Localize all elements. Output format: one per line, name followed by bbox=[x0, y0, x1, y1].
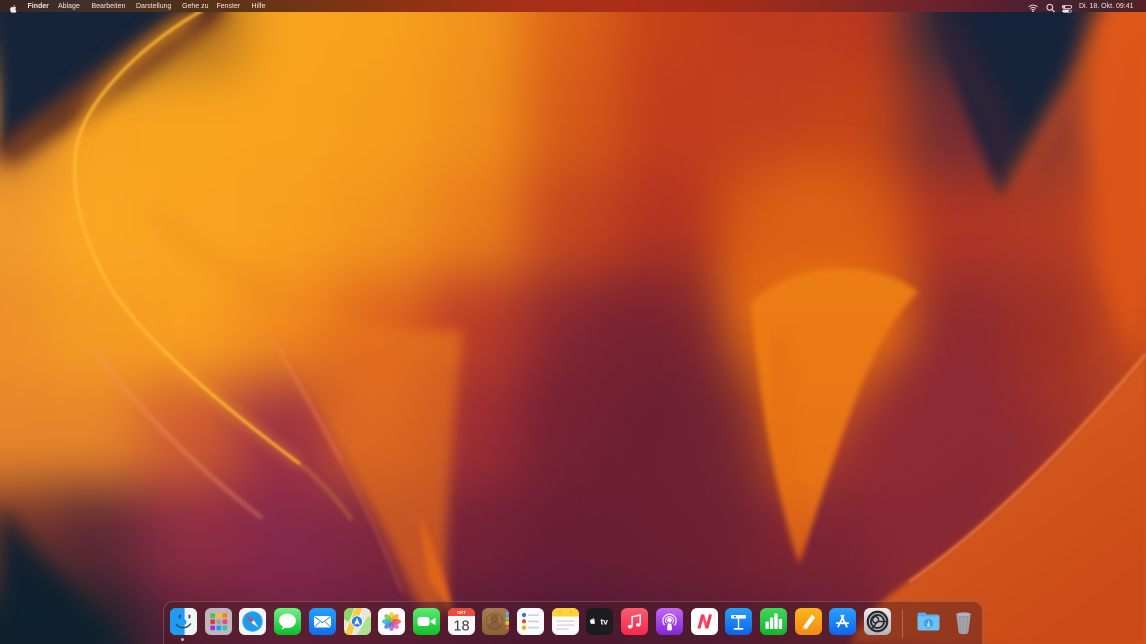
svg-text:18: 18 bbox=[453, 619, 469, 635]
svg-text:OKT: OKT bbox=[457, 610, 466, 615]
svg-text:tv: tv bbox=[601, 616, 609, 626]
